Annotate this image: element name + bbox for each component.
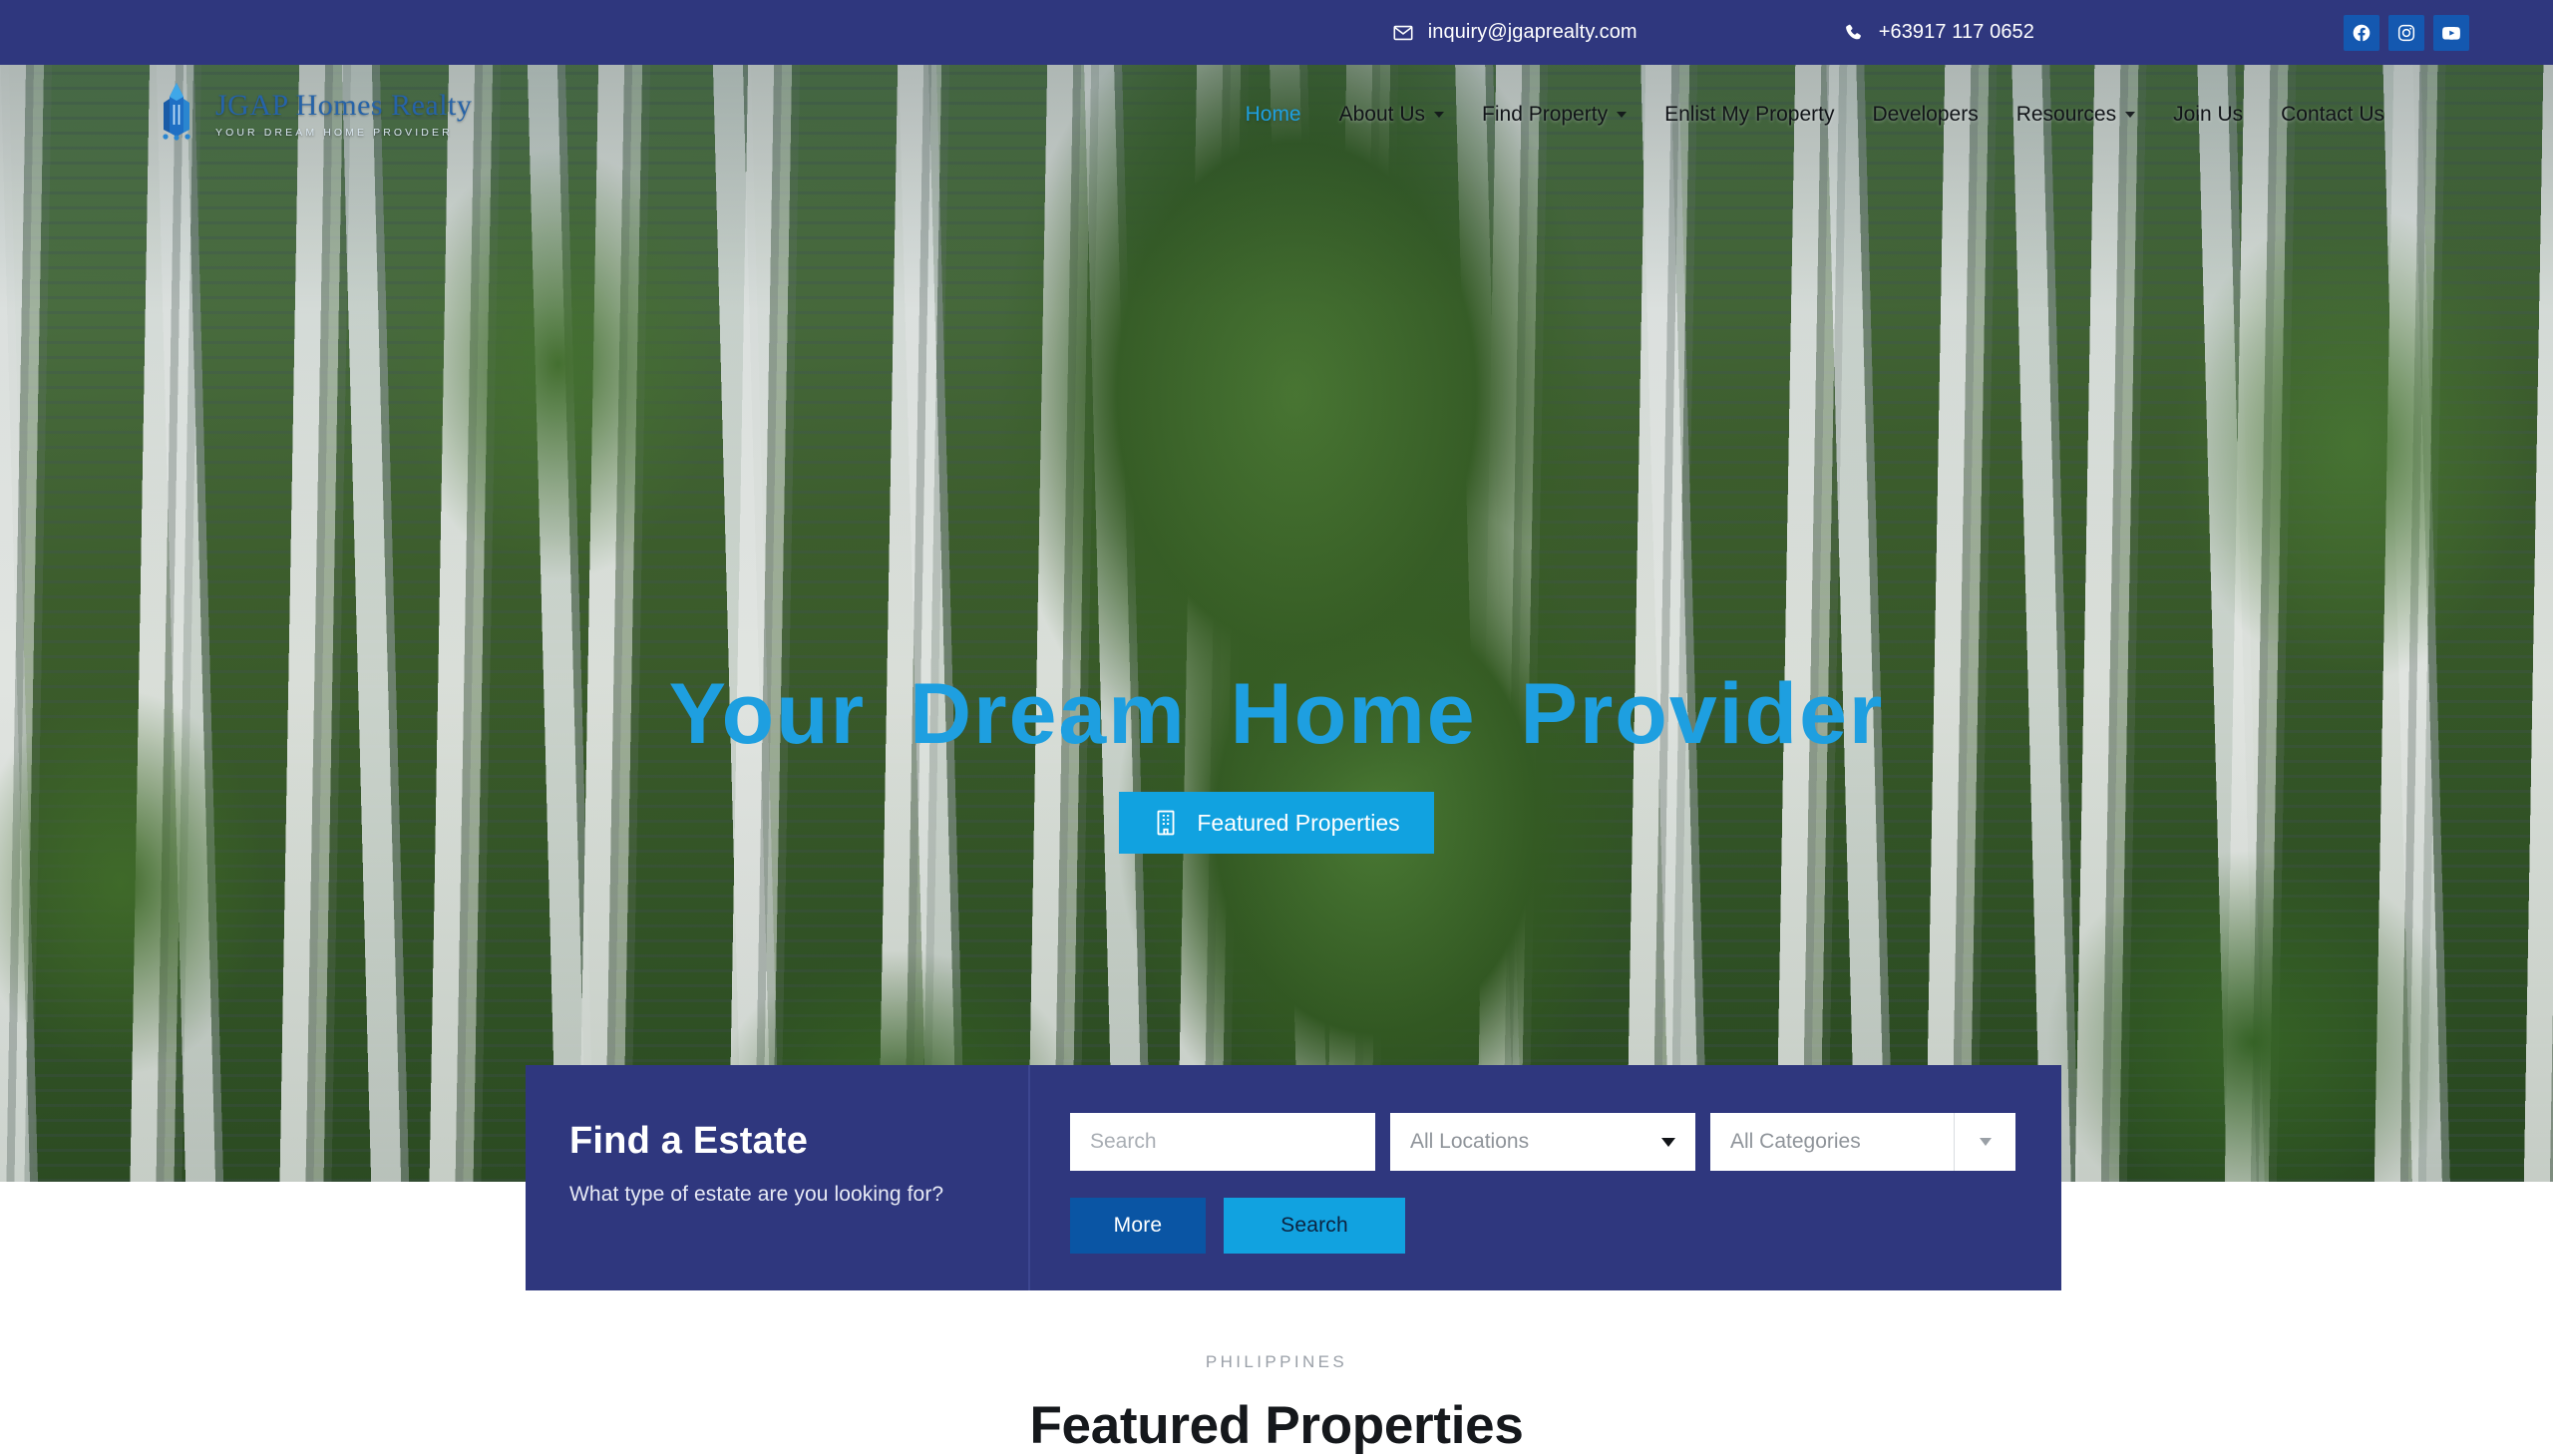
social-youtube-button[interactable] [2433,14,2469,51]
chevron-down-icon [1617,112,1628,118]
nav-item-developers[interactable]: Developers [1853,103,1997,127]
nav-item-home-label: Home [1245,103,1301,126]
chevron-down-icon [1979,1138,1992,1146]
nav-item-enlist-my-property[interactable]: Enlist My Property [1645,103,1853,127]
category-select-value: All Categories [1730,1130,1861,1153]
featured-section-title: Featured Properties [1029,1396,1524,1455]
chevron-down-icon [1434,112,1445,118]
building-icon [1153,809,1179,837]
nav-item-join-us-label: Join Us [2173,103,2244,126]
instagram-icon [2396,23,2416,43]
contact-phone-text: +63917 117 0652 [1878,21,2034,43]
search-submit-button[interactable]: Search [1224,1198,1405,1254]
search-input[interactable] [1070,1113,1375,1171]
search-panel-subheading: What type of estate are you looking for? [569,1182,944,1206]
logo-text-block: JGAP Homes Realty YOUR DREAM HOME PROVID… [215,81,473,140]
search-fields-row: All Locations All Categories [1070,1113,2017,1171]
property-search-panel: Find a Estate What type of estate are yo… [526,1065,2061,1290]
search-panel-intro: Find a Estate What type of estate are yo… [526,1065,1030,1290]
contact-email[interactable]: inquiry@jgaprealty.com [1392,21,1638,44]
nav-item-find-property[interactable]: Find Property [1463,103,1645,127]
facebook-icon [2352,23,2371,43]
featured-eyebrow: PHILIPPINES [1205,1352,1348,1371]
nav-item-contact-us-label: Contact Us [2281,103,2384,126]
search-panel-heading: Find a Estate [569,1120,809,1162]
featured-properties-button[interactable]: Featured Properties [1119,792,1434,854]
logo-tagline: YOUR DREAM HOME PROVIDER [215,127,453,139]
site-logo[interactable]: JGAP Homes Realty YOUR DREAM HOME PROVID… [150,81,472,143]
contact-email-text: inquiry@jgaprealty.com [1427,21,1638,43]
hero-background-image [0,65,2553,1182]
contact-phone[interactable]: +63917 117 0652 [1843,21,2034,44]
logo-title: JGAP Homes Realty [215,89,473,122]
hero-section [0,65,2553,1182]
envelope-icon [1392,22,1414,44]
nav-item-enlist-my-property-label: Enlist My Property [1664,103,1835,126]
search-panel-form: All Locations All Categories More Search [1030,1065,2061,1290]
social-links [2344,14,2469,51]
chevron-down-icon [1661,1137,1675,1147]
category-select[interactable]: All Categories [1710,1113,2015,1171]
featured-properties-button-label: Featured Properties [1197,809,1400,836]
social-facebook-button[interactable] [2344,14,2379,51]
main-navbar: JGAP Homes Realty YOUR DREAM HOME PROVID… [0,65,2553,165]
nav-item-resources-label: Resources [2015,103,2117,126]
location-select[interactable]: All Locations [1390,1113,1695,1171]
nav-item-find-property-label: Find Property [1482,103,1609,126]
top-utility-bar: inquiry@jgaprealty.com +63917 117 0652 [0,0,2553,65]
social-instagram-button[interactable] [2388,14,2424,51]
search-input-wrapper [1070,1113,1375,1171]
nav-item-contact-us[interactable]: Contact Us [2262,103,2403,127]
youtube-icon [2441,23,2461,43]
jgap-building-logo-icon [150,81,203,143]
top-utility-bar-inner: inquiry@jgaprealty.com +63917 117 0652 [0,14,2553,51]
category-select-chevron-box [1954,1113,2015,1171]
chevron-down-icon [2125,112,2136,118]
nav-item-about-us-label: About Us [1338,103,1426,126]
primary-menu: Home About Us Find Property Enlist My Pr… [1227,103,2403,127]
nav-item-about-us[interactable]: About Us [1320,103,1463,127]
nav-item-join-us[interactable]: Join Us [2154,103,2262,127]
location-select-value: All Locations [1410,1130,1530,1153]
nav-item-home[interactable]: Home [1227,103,1320,127]
nav-item-developers-label: Developers [1872,103,1979,126]
phone-icon [1843,22,1865,44]
nav-item-resources[interactable]: Resources [1998,103,2154,127]
search-actions-row: More Search [1070,1198,2017,1254]
more-filters-button[interactable]: More [1070,1198,1206,1254]
